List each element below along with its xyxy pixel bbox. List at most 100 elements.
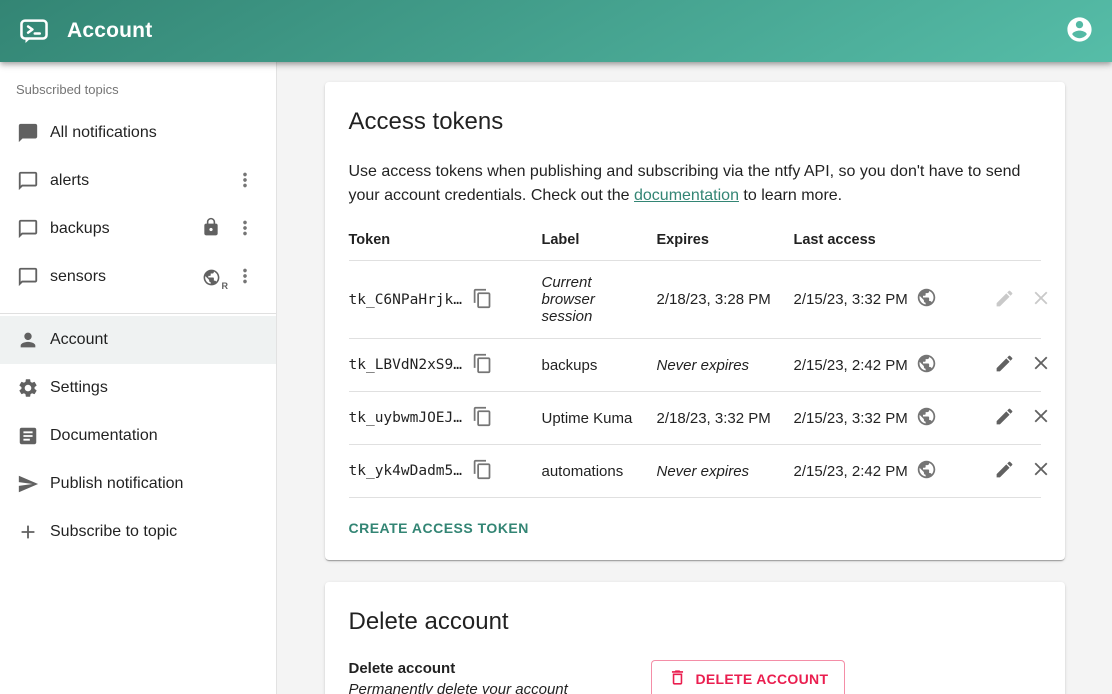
delete-token-button[interactable] bbox=[1030, 405, 1052, 430]
token-expires: 2/18/23, 3:32 PM bbox=[657, 392, 794, 445]
copy-token-button[interactable] bbox=[472, 406, 493, 430]
token-value: tk_C6NPaHrjk… bbox=[349, 292, 463, 308]
chat-bubble-outline-icon bbox=[16, 217, 40, 241]
lock-icon bbox=[201, 217, 221, 242]
table-header-row: Token Label Expires Last access bbox=[349, 220, 1041, 261]
sidebar-item-backups[interactable]: backups bbox=[0, 205, 276, 253]
pencil-icon bbox=[994, 353, 1015, 377]
access-tokens-description: Use access tokens when publishing and su… bbox=[349, 160, 1041, 208]
chat-bubble-filled-icon bbox=[16, 121, 40, 145]
token-value: tk_LBVdN2xS9… bbox=[349, 357, 463, 373]
more-vert-icon bbox=[234, 169, 256, 194]
edit-token-button[interactable] bbox=[994, 459, 1015, 483]
person-icon bbox=[16, 328, 40, 352]
token-expires: Never expires bbox=[657, 339, 794, 392]
copy-token-button[interactable] bbox=[472, 288, 493, 312]
pencil-icon bbox=[994, 288, 1015, 312]
table-row: tk_uybwmJOEJ… Uptime Kuma 2/18/23, 3:32 … bbox=[349, 392, 1041, 445]
access-tokens-card: Access tokens Use access tokens when pub… bbox=[325, 82, 1065, 560]
sidebar-item-subscribe-to-topic[interactable]: Subscribe to topic bbox=[0, 508, 276, 556]
table-row: tk_LBVdN2xS9… backups Never expires 2/15… bbox=[349, 339, 1041, 392]
sidebar-item-label: alerts bbox=[50, 172, 89, 190]
sidebar-item-label: backups bbox=[50, 220, 110, 238]
topic-menu-button[interactable] bbox=[234, 265, 256, 290]
copy-icon bbox=[472, 406, 493, 430]
reserved-topic-globe-icon: R bbox=[202, 268, 221, 287]
delete-account-item-description: Permanently delete your account bbox=[349, 681, 651, 694]
close-icon bbox=[1030, 287, 1052, 312]
app-bar: Account bbox=[0, 0, 1112, 62]
copy-icon bbox=[472, 288, 493, 312]
pencil-icon bbox=[994, 406, 1015, 430]
plus-icon bbox=[16, 520, 40, 544]
edit-token-button[interactable] bbox=[994, 406, 1015, 430]
delete-token-button[interactable] bbox=[1030, 458, 1052, 483]
create-access-token-button[interactable]: CREATE ACCESS TOKEN bbox=[349, 510, 537, 542]
sidebar-item-label: Publish notification bbox=[50, 475, 183, 493]
token-expires: Never expires bbox=[657, 445, 794, 498]
delete-account-row: Delete account Permanently delete your a… bbox=[349, 660, 1041, 694]
close-icon bbox=[1030, 458, 1052, 483]
sidebar-item-publish-notification[interactable]: Publish notification bbox=[0, 460, 276, 508]
trash-icon bbox=[668, 668, 687, 690]
token-label: automations bbox=[542, 445, 657, 498]
globe-icon bbox=[916, 406, 937, 431]
account-circle-icon bbox=[1065, 15, 1094, 47]
table-row: tk_C6NPaHrjk… Current browser session 2/… bbox=[349, 261, 1041, 339]
sidebar-item-all-notifications[interactable]: All notifications bbox=[0, 109, 276, 157]
sidebar-item-label: Settings bbox=[50, 379, 108, 397]
token-last-access: 2/15/23, 2:42 PM bbox=[794, 357, 908, 374]
gear-icon bbox=[16, 376, 40, 400]
sidebar-item-label: Documentation bbox=[50, 427, 158, 445]
delete-account-button[interactable]: DELETE ACCOUNT bbox=[651, 660, 846, 694]
edit-token-button bbox=[994, 288, 1015, 312]
account-menu-button[interactable] bbox=[1065, 15, 1094, 47]
access-tokens-table: Token Label Expires Last access tk_C6NPa… bbox=[349, 220, 1041, 498]
subscribed-topics-label: Subscribed topics bbox=[0, 62, 276, 109]
edit-token-button[interactable] bbox=[994, 353, 1015, 377]
sidebar: Subscribed topics All notifications aler… bbox=[0, 62, 277, 694]
sidebar-item-label: Subscribe to topic bbox=[50, 523, 177, 541]
column-header-expires: Expires bbox=[657, 220, 794, 261]
copy-token-button[interactable] bbox=[472, 353, 493, 377]
chat-bubble-outline-icon bbox=[16, 169, 40, 193]
sidebar-item-account[interactable]: Account bbox=[0, 316, 276, 364]
more-vert-icon bbox=[234, 217, 256, 242]
token-last-access: 2/15/23, 3:32 PM bbox=[794, 410, 908, 427]
globe-icon bbox=[916, 353, 937, 378]
sidebar-item-settings[interactable]: Settings bbox=[0, 364, 276, 412]
table-row: tk_yk4wDadm5… automations Never expires … bbox=[349, 445, 1041, 498]
main-content: Access tokens Use access tokens when pub… bbox=[277, 62, 1112, 694]
delete-account-label: Delete account Permanently delete your a… bbox=[349, 660, 651, 694]
documentation-link[interactable]: documentation bbox=[634, 187, 739, 204]
copy-icon bbox=[472, 459, 493, 483]
sidebar-divider bbox=[0, 313, 276, 314]
token-label: Current browser session bbox=[542, 261, 657, 339]
delete-account-item-title: Delete account bbox=[349, 660, 651, 677]
delete-account-title: Delete account bbox=[349, 608, 1041, 636]
column-header-last-access: Last access bbox=[794, 220, 979, 261]
description-text: to learn more. bbox=[739, 187, 842, 204]
access-tokens-title: Access tokens bbox=[349, 108, 1041, 136]
article-icon bbox=[16, 424, 40, 448]
ntfy-logo-icon bbox=[18, 15, 50, 47]
delete-token-button[interactable] bbox=[1030, 352, 1052, 377]
globe-icon bbox=[916, 459, 937, 484]
sidebar-item-documentation[interactable]: Documentation bbox=[0, 412, 276, 460]
topic-menu-button[interactable] bbox=[234, 169, 256, 194]
token-expires: 2/18/23, 3:28 PM bbox=[657, 261, 794, 339]
close-icon bbox=[1030, 405, 1052, 430]
column-header-label: Label bbox=[542, 220, 657, 261]
copy-icon bbox=[472, 353, 493, 377]
close-icon bbox=[1030, 352, 1052, 377]
sidebar-item-alerts[interactable]: alerts bbox=[0, 157, 276, 205]
token-last-access: 2/15/23, 3:32 PM bbox=[794, 291, 908, 308]
sidebar-item-sensors[interactable]: sensors R bbox=[0, 253, 276, 301]
token-label: backups bbox=[542, 339, 657, 392]
topic-menu-button[interactable] bbox=[234, 217, 256, 242]
token-value: tk_yk4wDadm5… bbox=[349, 463, 463, 479]
copy-token-button[interactable] bbox=[472, 459, 493, 483]
send-icon bbox=[16, 472, 40, 496]
token-label: Uptime Kuma bbox=[542, 392, 657, 445]
token-value: tk_uybwmJOEJ… bbox=[349, 410, 463, 426]
